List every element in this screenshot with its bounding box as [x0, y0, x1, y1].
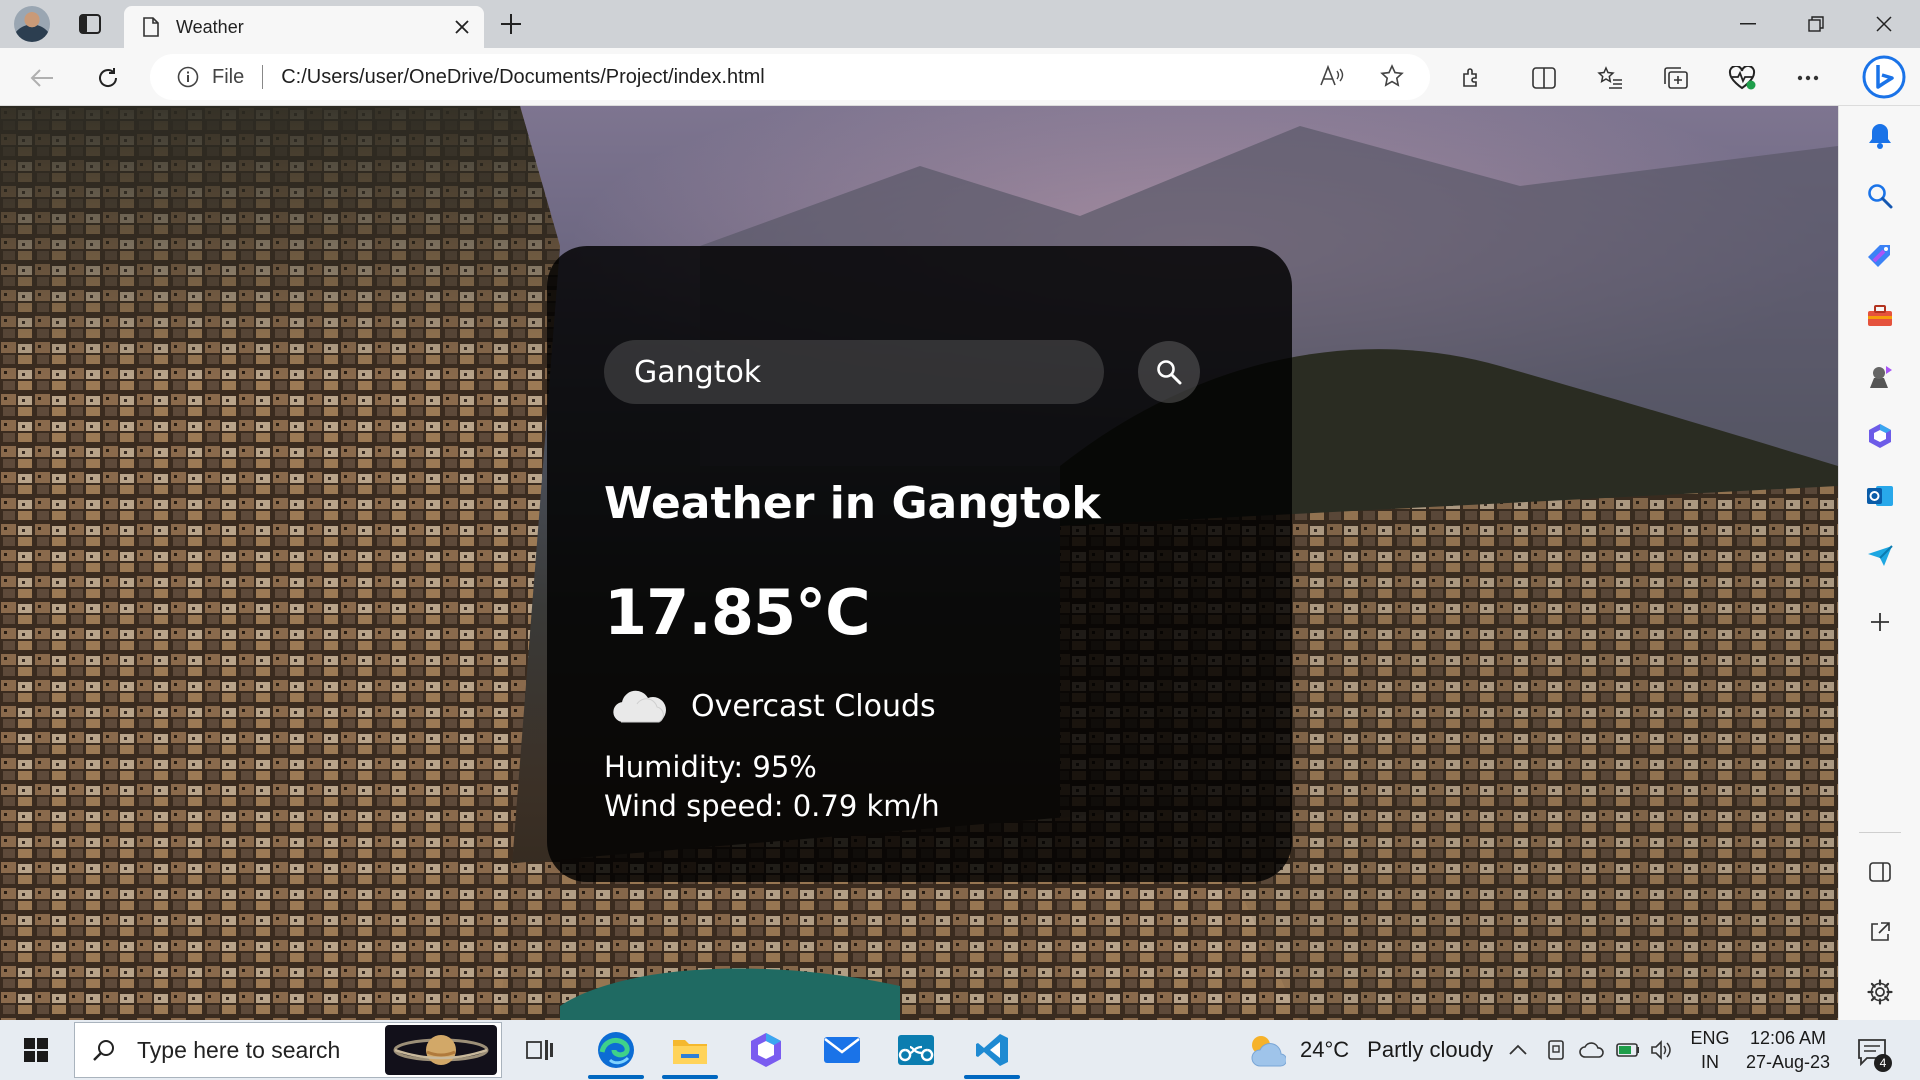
battery-icon[interactable]: [1614, 1036, 1642, 1064]
close-window-button[interactable]: [1850, 0, 1918, 48]
system-clock[interactable]: 12:06 AM 27-Aug-23: [1740, 1026, 1836, 1074]
start-button[interactable]: [12, 1030, 60, 1070]
notification-center-button[interactable]: 4: [1852, 1032, 1892, 1072]
tab-weather[interactable]: Weather: [124, 6, 484, 48]
cloud-icon: [613, 690, 666, 723]
add-icon[interactable]: [1860, 602, 1900, 642]
taskbar-weather-widget[interactable]: 24°C Partly cloudy: [1246, 1030, 1493, 1070]
copilot-app-icon[interactable]: [736, 1024, 796, 1076]
taskbar-search-box[interactable]: Type here to search: [74, 1022, 502, 1078]
edge-taskbar-icon[interactable]: [586, 1024, 646, 1079]
chevron-up-icon[interactable]: [1504, 1036, 1532, 1064]
onedrive-icon[interactable]: [1578, 1036, 1606, 1064]
address-scheme: File: [212, 65, 245, 88]
sidebar-toggle-icon[interactable]: [1860, 852, 1900, 892]
taskbar-weather-condition: Partly cloudy: [1367, 1037, 1494, 1062]
taskbar-search-placeholder: Type here to search: [137, 1036, 341, 1063]
tab-title: Weather: [176, 16, 244, 37]
volume-icon[interactable]: [1648, 1036, 1676, 1064]
address-separator: [262, 65, 264, 89]
bing-copilot-button[interactable]: [1856, 50, 1912, 104]
city-search-input[interactable]: Gangtok: [604, 340, 1104, 404]
address-bar[interactable]: File C:/Users/user/OneDrive/Documents/Pr…: [150, 54, 1430, 100]
bell-icon[interactable]: [1860, 116, 1900, 156]
address-url[interactable]: C:/Users/user/OneDrive/Documents/Project…: [281, 66, 1430, 89]
external-link-icon[interactable]: [1860, 912, 1900, 952]
mail-icon[interactable]: [812, 1024, 872, 1076]
outlook-icon[interactable]: [1860, 476, 1900, 516]
temperature-value: 17.85°C: [604, 576, 871, 649]
search-icon[interactable]: [1860, 176, 1900, 216]
tab-actions-icon[interactable]: [72, 10, 108, 38]
browser-essentials-icon[interactable]: [1724, 60, 1760, 96]
vscode-icon[interactable]: [962, 1024, 1022, 1079]
region-code: IN: [1701, 1052, 1719, 1072]
read-aloud-icon[interactable]: [1314, 58, 1350, 94]
search-row: Gangtok: [604, 340, 1200, 404]
settings-icon[interactable]: [1860, 972, 1900, 1012]
info-icon[interactable]: [176, 65, 200, 89]
favorite-star-icon[interactable]: [1374, 58, 1410, 94]
arduino-icon[interactable]: [886, 1024, 946, 1076]
wind-speed-text: Wind speed: 0.79 km/h: [604, 789, 940, 823]
search-icon: [89, 1035, 119, 1065]
browser-toolbar: File C:/Users/user/OneDrive/Documents/Pr…: [0, 48, 1920, 106]
restore-button[interactable]: [1782, 0, 1850, 48]
refresh-button[interactable]: [90, 60, 126, 96]
page-viewport: Gangtok Weather in Gangtok 17.85°C Overc…: [0, 106, 1838, 1020]
microsoft365-icon[interactable]: [1860, 416, 1900, 456]
new-tab-button[interactable]: [494, 8, 528, 40]
extensions-icon[interactable]: [1454, 60, 1490, 96]
back-button[interactable]: [24, 60, 60, 96]
weather-heading: Weather in Gangtok: [604, 478, 1101, 529]
windows-taskbar: Type here to search 24°C Partly cloudy E…: [0, 1020, 1920, 1080]
taskbar-weather-temp: 24°C: [1300, 1037, 1350, 1062]
weather-card: Gangtok Weather in Gangtok 17.85°C Overc…: [547, 246, 1292, 882]
tag-icon[interactable]: [1860, 236, 1900, 276]
send-icon[interactable]: [1860, 536, 1900, 576]
device-icon[interactable]: [1542, 1036, 1570, 1064]
tab-close-icon[interactable]: [446, 11, 478, 43]
condition-row: Overcast Clouds: [611, 686, 936, 726]
windows-logo-icon: [24, 1038, 48, 1062]
more-options-icon[interactable]: [1790, 60, 1826, 96]
games-icon[interactable]: [1860, 356, 1900, 396]
toolbox-icon[interactable]: [1860, 296, 1900, 336]
search-icon: [1157, 360, 1182, 385]
condition-text: Overcast Clouds: [691, 688, 936, 724]
profile-avatar[interactable]: [14, 6, 50, 42]
sidebar-divider: [1859, 832, 1901, 833]
partly-cloudy-icon: [1251, 1036, 1286, 1067]
humidity-text: Humidity: 95%: [604, 750, 817, 784]
file-explorer-icon[interactable]: [660, 1024, 720, 1079]
clock-date: 27-Aug-23: [1745, 1052, 1831, 1072]
collections-icon[interactable]: [1658, 60, 1694, 96]
clock-time: 12:06 AM: [1749, 1028, 1827, 1048]
language-code: ENG: [1690, 1028, 1730, 1048]
favorites-icon[interactable]: [1592, 60, 1628, 96]
language-indicator[interactable]: ENG IN: [1688, 1026, 1732, 1074]
minimize-button[interactable]: [1714, 0, 1782, 48]
split-screen-icon[interactable]: [1526, 60, 1562, 96]
saturn-search-highlight-icon: [385, 1025, 497, 1075]
search-button[interactable]: [1138, 341, 1200, 403]
edge-sidebar: [1838, 106, 1920, 1020]
browser-titlebar: Weather: [0, 0, 1920, 48]
document-icon: [142, 16, 160, 38]
task-view-icon[interactable]: [510, 1024, 570, 1076]
notification-count-badge: 4: [1874, 1054, 1892, 1072]
